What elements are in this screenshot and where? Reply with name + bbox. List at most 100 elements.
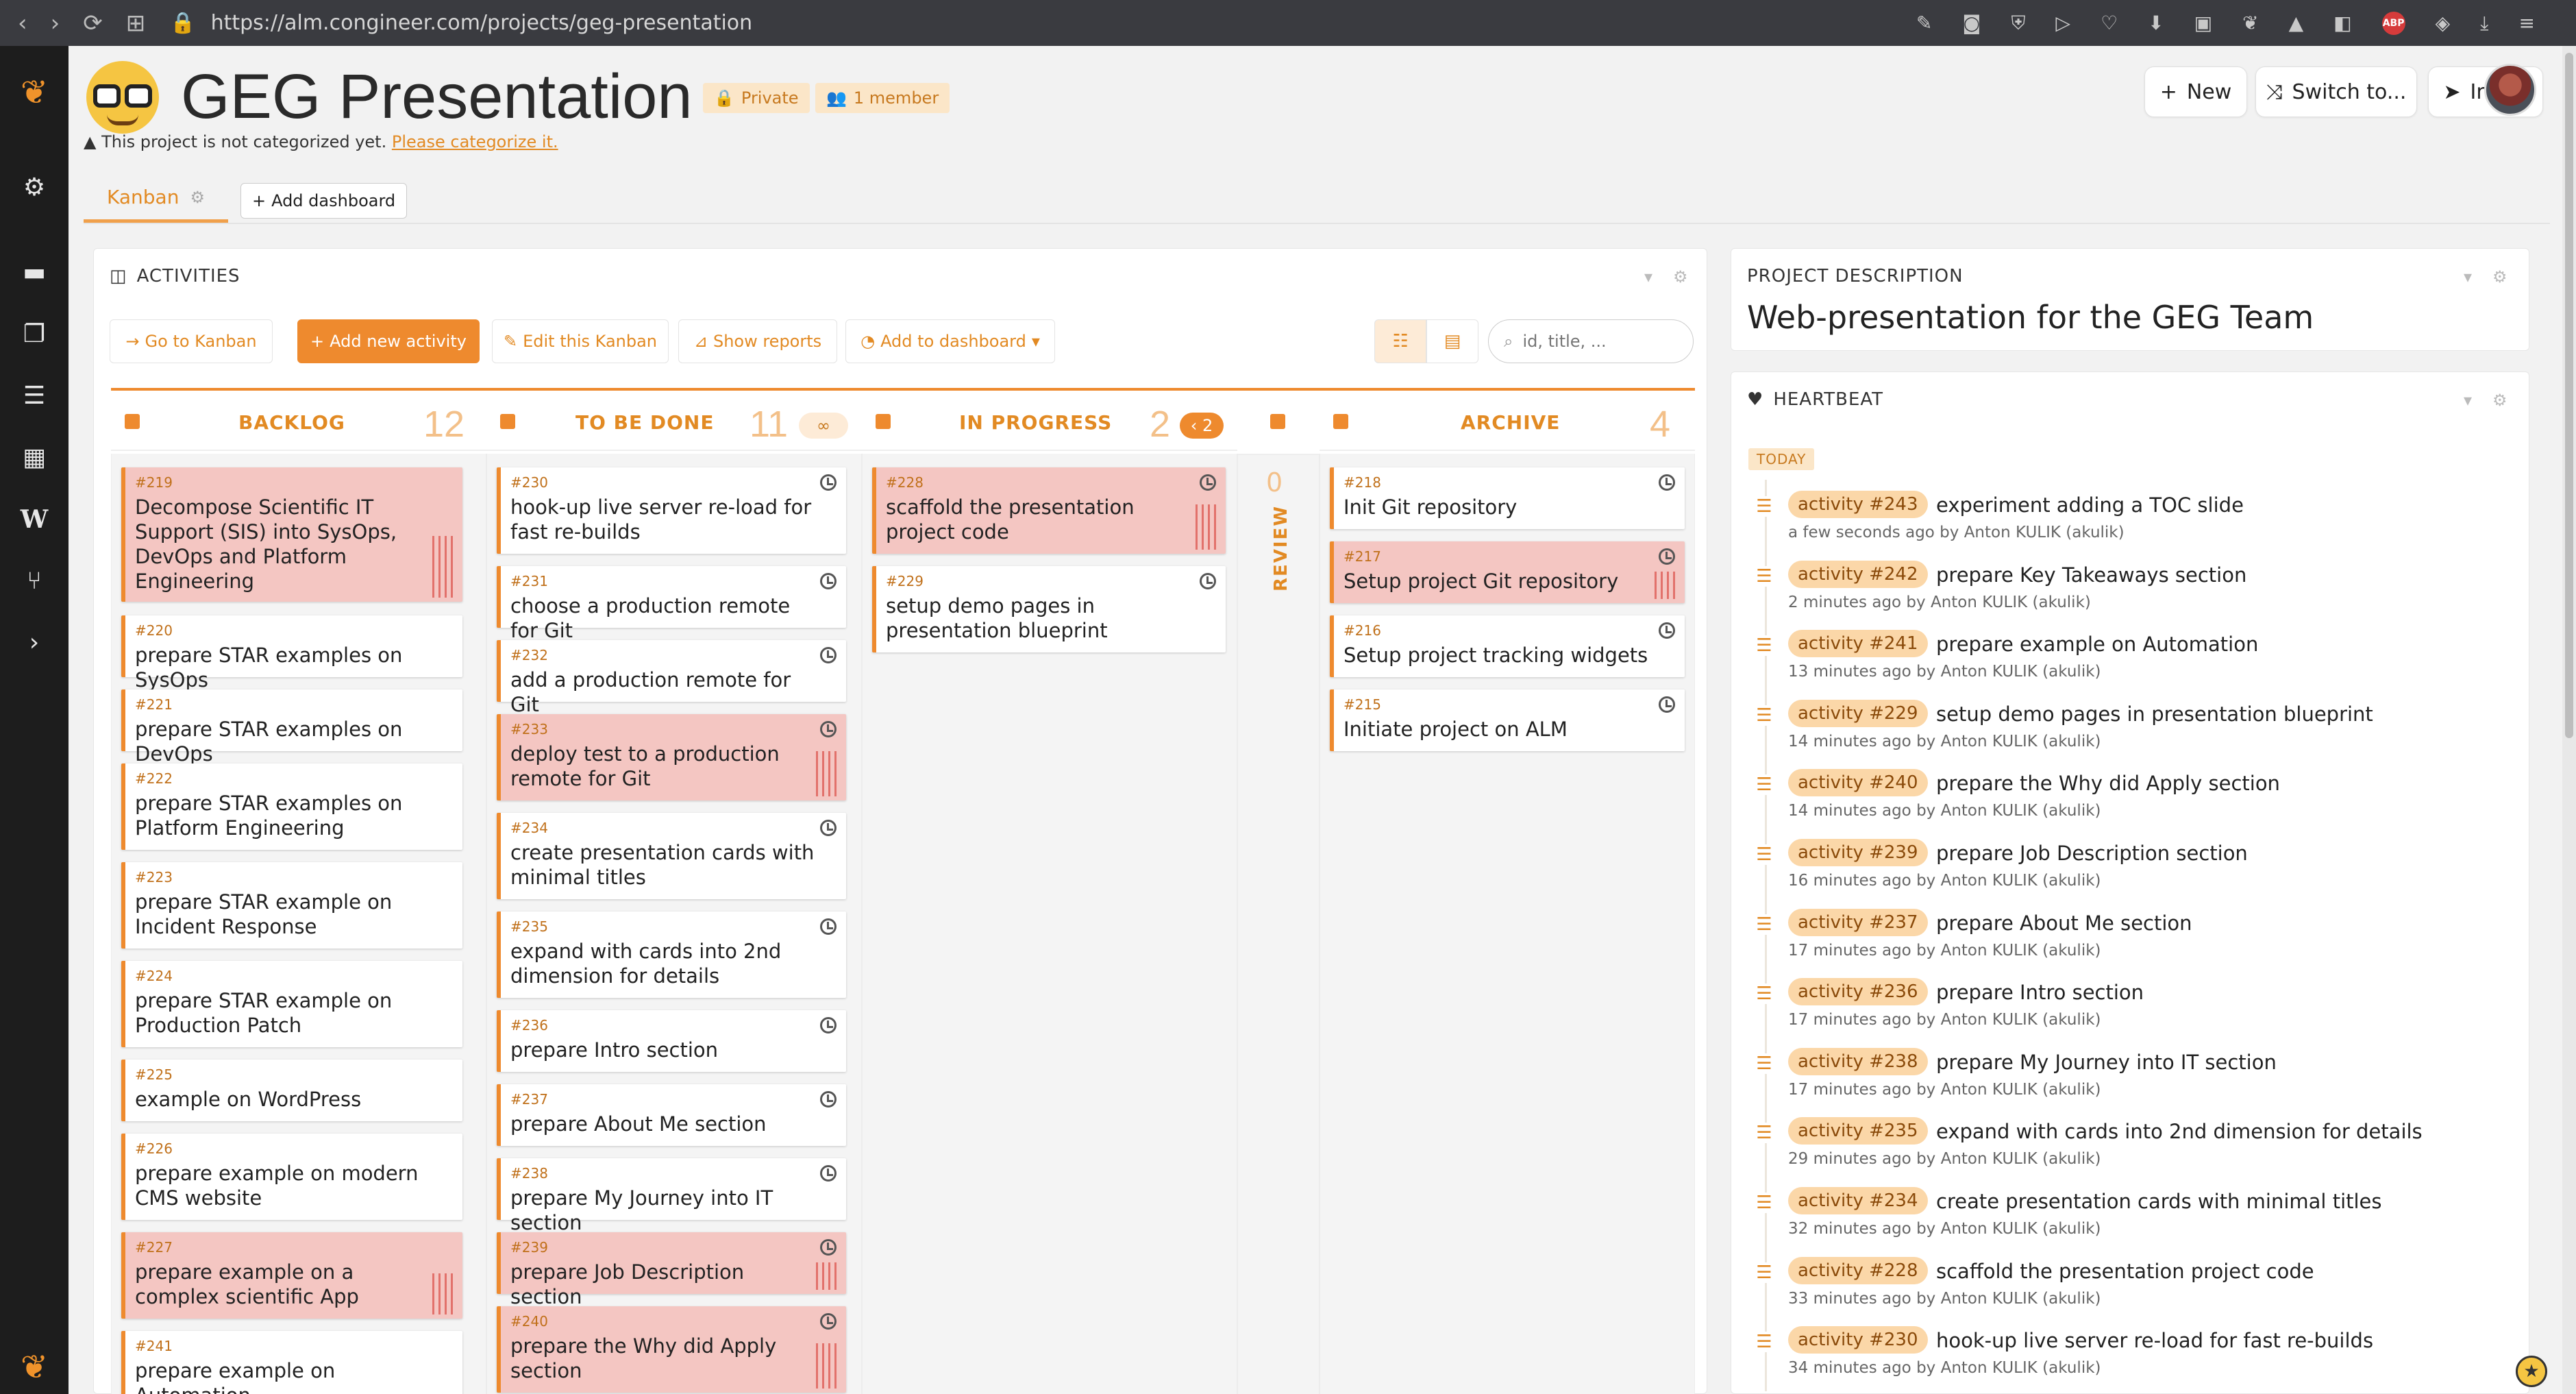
box-icon[interactable]: ◈ [2436, 12, 2451, 34]
activity-card[interactable]: #232 add a production remote for Git [497, 640, 846, 716]
list-icon[interactable]: ☰ [0, 382, 69, 410]
activity-badge[interactable]: activity #228 [1788, 1256, 1928, 1284]
activity-badge[interactable]: activity #239 [1788, 839, 1928, 866]
heartbeat-item[interactable]: ☰ activity #236 prepare Intro section 17 mi… [1753, 978, 2520, 1040]
download-icon[interactable]: ⬇ [2148, 12, 2164, 34]
activity-badge[interactable]: activity #230 [1788, 1326, 1928, 1354]
heart-icon[interactable]: ♡ [2101, 12, 2118, 34]
table-view-button[interactable]: ▤ [1426, 319, 1478, 363]
gear-icon[interactable]: ⚙ [0, 173, 69, 201]
heartbeat-item[interactable]: ☰ activity #234 create presentation cards … [1753, 1187, 2520, 1249]
heartbeat-item[interactable]: ☰ activity #235 expand with cards into 2nd… [1753, 1117, 2520, 1179]
heartbeat-item[interactable]: ☰ activity #237 prepare About Me section 17… [1753, 908, 2520, 970]
puzzle-icon[interactable]: ◧ [2333, 12, 2351, 34]
activity-card[interactable]: #224 prepare STAR example on Production … [121, 961, 462, 1047]
show-reports-button[interactable]: ⊿ Show reports [678, 319, 837, 363]
gear-icon[interactable]: ⚙ [2492, 391, 2507, 410]
activity-card[interactable]: #220 prepare STAR examples on SysOps [121, 615, 462, 692]
heartbeat-item[interactable]: ☰ activity #240 prepare the Why did Apply … [1753, 769, 2520, 831]
activity-card[interactable]: #237 prepare About Me section [497, 1084, 846, 1146]
activity-card[interactable]: #219 Decompose Scientific IT Support (SI… [121, 467, 462, 602]
activity-card[interactable]: #231 choose a production remote for Git [497, 566, 846, 642]
activity-card[interactable]: #218 Init Git repository [1330, 467, 1685, 529]
reload-icon[interactable]: ⟳ [83, 10, 103, 37]
wiki-icon[interactable]: W [0, 505, 69, 534]
activity-card[interactable]: #228 scaffold the presentation project c… [872, 467, 1226, 554]
heartbeat-item[interactable]: ☰ activity #243 experiment adding a TOC sl… [1753, 491, 2520, 552]
edit-icon[interactable]: ✎ [1916, 12, 1932, 34]
activity-badge[interactable]: activity #238 [1788, 1047, 1928, 1075]
heartbeat-item[interactable]: ☰ activity #242 prepare Key Takeaways sect… [1753, 560, 2520, 622]
heartbeat-title[interactable]: hook-up live server re-load for fast re-… [1936, 1329, 2373, 1352]
edit-kanban-button[interactable]: ✎ Edit this Kanban [492, 319, 669, 363]
switch-to-button[interactable]: ⤨ Switch to... [2255, 66, 2417, 117]
heartbeat-title[interactable]: create presentation cards with minimal t… [1936, 1190, 2382, 1213]
leaf-icon[interactable]: ❦ [2242, 12, 2258, 34]
forward-icon[interactable]: › [51, 10, 60, 37]
heartbeat-title[interactable]: scaffold the presentation project code [1936, 1260, 2314, 1283]
activity-card[interactable]: #216 Setup project tracking widgets [1330, 615, 1685, 677]
heartbeat-title[interactable]: expand with cards into 2nd dimension for… [1936, 1120, 2423, 1143]
tabs-grid-icon[interactable]: ⊞ [126, 10, 146, 37]
chevron-down-icon[interactable]: ▾ [2464, 267, 2472, 286]
categorize-link[interactable]: Please categorize it. [392, 132, 558, 151]
activity-card[interactable]: #215 Initiate project on ALM [1330, 689, 1685, 751]
heartbeat-title[interactable]: prepare Key Takeaways section [1936, 563, 2246, 587]
screen-icon[interactable]: ▣ [2194, 12, 2212, 34]
activity-badge[interactable]: activity #241 [1788, 630, 1928, 658]
heartbeat-title[interactable]: prepare My Journey into IT section [1936, 1051, 2277, 1074]
new-button[interactable]: + New [2144, 66, 2247, 117]
activity-card[interactable]: #223 prepare STAR example on Incident Re… [121, 862, 462, 949]
activity-card[interactable]: #221 prepare STAR examples on DevOps [121, 689, 462, 766]
activity-badge[interactable]: activity #235 [1788, 1117, 1928, 1145]
folder-icon[interactable]: ▬ [0, 258, 69, 286]
add-to-dashboard-button[interactable]: ◔ Add to dashboard ▾ [845, 319, 1055, 363]
extension-icon[interactable]: ▲ [2289, 12, 2304, 34]
heartbeat-item[interactable]: ☰ activity #238 prepare My Journey into IT… [1753, 1047, 2520, 1110]
go-to-kanban-button[interactable]: → Go to Kanban [110, 319, 273, 363]
activity-badge[interactable]: activity #229 [1788, 699, 1928, 727]
page-scrollbar[interactable] [2562, 46, 2576, 1394]
gear-icon[interactable]: ⚙ [2492, 267, 2507, 286]
activity-card[interactable]: #238 prepare My Journey into IT section [497, 1158, 846, 1234]
activity-card[interactable]: #230 hook-up live server re-load for fas… [497, 467, 846, 554]
heartbeat-item[interactable]: ☰ activity #228 scaffold the presentation … [1753, 1256, 2520, 1319]
activity-card[interactable]: #226 prepare example on modern CMS websi… [121, 1134, 462, 1220]
heartbeat-item[interactable]: ☰ activity #239 prepare Job Description se… [1753, 839, 2520, 901]
activity-badge[interactable]: activity #234 [1788, 1187, 1928, 1214]
add-dashboard-button[interactable]: + Add dashboard [240, 183, 408, 219]
activity-card[interactable]: #236 prepare Intro section [497, 1010, 846, 1072]
members-badge[interactable]: 👥 1 member [815, 83, 950, 113]
heartbeat-title[interactable]: prepare example on Automation [1936, 633, 2258, 656]
activity-card[interactable]: #239 prepare Job Description section [497, 1232, 846, 1308]
git-icon[interactable]: ⑂ [0, 567, 69, 595]
gear-icon[interactable]: ⚙ [190, 188, 205, 207]
activity-badge[interactable]: activity #240 [1788, 769, 1928, 797]
address-bar[interactable]: https://alm.congineer.com/projects/geg-p… [211, 11, 753, 35]
activity-card[interactable]: #229 setup demo pages in presentation bl… [872, 566, 1226, 652]
activity-card[interactable]: #225 example on WordPress [121, 1060, 462, 1121]
plus-square-icon[interactable] [1270, 414, 1285, 429]
wip-limit-badge[interactable]: ‹ 2 [1180, 413, 1224, 439]
copy-icon[interactable]: ❐ [0, 320, 69, 348]
activity-card[interactable]: #234 create presentation cards with mini… [497, 813, 846, 899]
star-icon[interactable]: ★ [2516, 1356, 2547, 1387]
activity-card[interactable]: #233 deploy test to a production remote … [497, 714, 846, 800]
gear-icon[interactable]: ⚙ [1673, 267, 1688, 286]
activity-card[interactable]: #227 prepare example on a complex scient… [121, 1232, 462, 1319]
activity-badge[interactable]: activity #243 [1788, 491, 1928, 518]
activity-card[interactable]: #217 Setup project Git repository [1330, 541, 1685, 603]
table-icon[interactable]: ▦ [0, 443, 69, 472]
search-input[interactable] [1522, 332, 1674, 351]
heartbeat-title[interactable]: prepare the Why did Apply section [1936, 772, 2280, 795]
heartbeat-item[interactable]: ☰ activity #230 hook-up live server re-loa… [1753, 1326, 2520, 1388]
heartbeat-item[interactable]: ☰ activity #241 prepare example on Automat… [1753, 630, 2520, 692]
shield-icon[interactable]: ⛨ [2011, 12, 2026, 35]
back-icon[interactable]: ‹ [18, 10, 27, 37]
heartbeat-title[interactable]: prepare Job Description section [1936, 842, 2248, 865]
add-new-activity-button[interactable]: + Add new activity [297, 319, 480, 363]
activity-card[interactable]: #240 prepare the Why did Apply section [497, 1306, 846, 1393]
heartbeat-title[interactable]: experiment adding a TOC slide [1936, 493, 2244, 517]
chevron-down-icon[interactable]: ▾ [2464, 391, 2472, 410]
heartbeat-title[interactable]: prepare About Me section [1936, 912, 2192, 935]
